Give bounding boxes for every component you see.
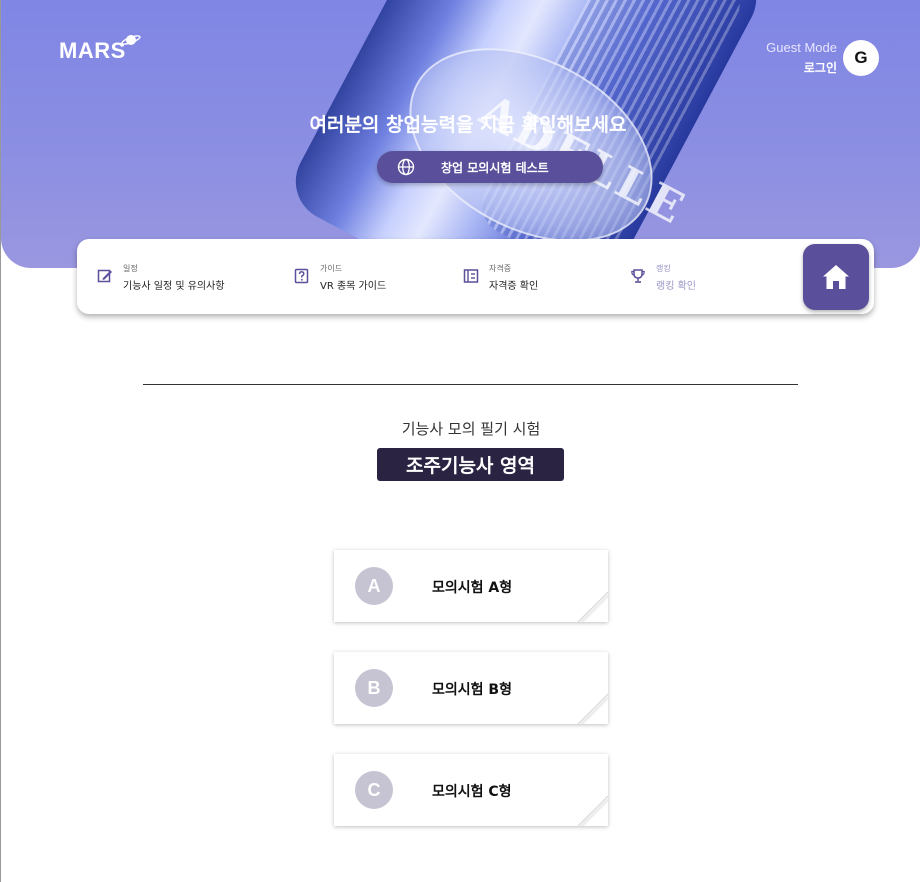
nav-small-label: 가이드 — [320, 264, 343, 273]
card-title: 모의시험 B형 — [432, 682, 512, 698]
quick-nav: 일정 기능사 일정 및 유의사항 가이드 VR 종목 가이드 자격증 자격증 확… — [77, 239, 874, 314]
globe-icon — [397, 158, 415, 176]
planet-icon — [121, 35, 141, 45]
card-title: 모의시험 C형 — [432, 784, 512, 800]
startup-test-label: 창업 모의시험 테스트 — [441, 160, 549, 175]
nav-item-guide[interactable]: 가이드 VR 종목 가이드 — [294, 263, 386, 292]
nav-item-certificate[interactable]: 자격증 자격증 확인 — [463, 263, 538, 292]
guest-mode-label: Guest Mode — [766, 40, 837, 55]
guest-area: Guest Mode 로그인 — [766, 40, 837, 76]
login-link[interactable]: 로그인 — [766, 59, 837, 76]
exam-subtitle: 기능사 모의 필기 시험 — [401, 420, 541, 438]
nav-small-label: 자격증 — [489, 264, 512, 273]
home-button[interactable] — [803, 244, 869, 310]
nav-small-label: 랭킹 — [656, 264, 671, 273]
card-title: 모의시험 A형 — [432, 580, 513, 596]
question-icon — [294, 268, 309, 284]
page-fold-icon — [578, 592, 608, 622]
card-letter-badge: B — [355, 669, 393, 707]
nav-main-label: 자격증 확인 — [489, 281, 539, 292]
page-fold-icon — [578, 694, 608, 724]
nav-small-label: 일정 — [123, 264, 138, 273]
avatar[interactable]: G — [843, 40, 879, 76]
nav-main-label: VR 종목 가이드 — [320, 281, 387, 292]
nav-item-ranking[interactable]: 랭킹 랭킹 확인 — [630, 263, 696, 292]
home-icon — [823, 265, 849, 289]
exam-card-c[interactable]: C 모의시험 C형 — [334, 754, 608, 826]
trophy-icon — [631, 269, 645, 283]
nav-main-label: 기능사 일정 및 유의사항 — [123, 281, 225, 292]
exam-card-a[interactable]: A 모의시험 A형 — [334, 550, 608, 622]
startup-test-button[interactable]: 창업 모의시험 테스트 — [377, 151, 603, 183]
logo[interactable]: MARS — [59, 38, 126, 64]
nav-item-schedule[interactable]: 일정 기능사 일정 및 유의사항 — [97, 263, 225, 292]
exam-category-badge: 조주기능사 영역 — [377, 448, 564, 481]
edit-icon — [97, 269, 112, 283]
certificate-icon — [463, 269, 479, 283]
card-letter-badge: A — [355, 567, 393, 605]
section-divider — [143, 384, 798, 385]
nav-main-label: 랭킹 확인 — [656, 281, 696, 292]
card-letter-badge: C — [355, 771, 393, 809]
hero-headline: 여러분의 창업능력을 지금 확인해보세요 — [309, 114, 627, 136]
hero-banner: ADELLE MARS Guest Mode 로그인 G 여러분의 창업능력을 … — [1, 0, 920, 268]
exam-card-b[interactable]: B 모의시험 B형 — [334, 652, 608, 724]
page-fold-icon — [578, 796, 608, 826]
